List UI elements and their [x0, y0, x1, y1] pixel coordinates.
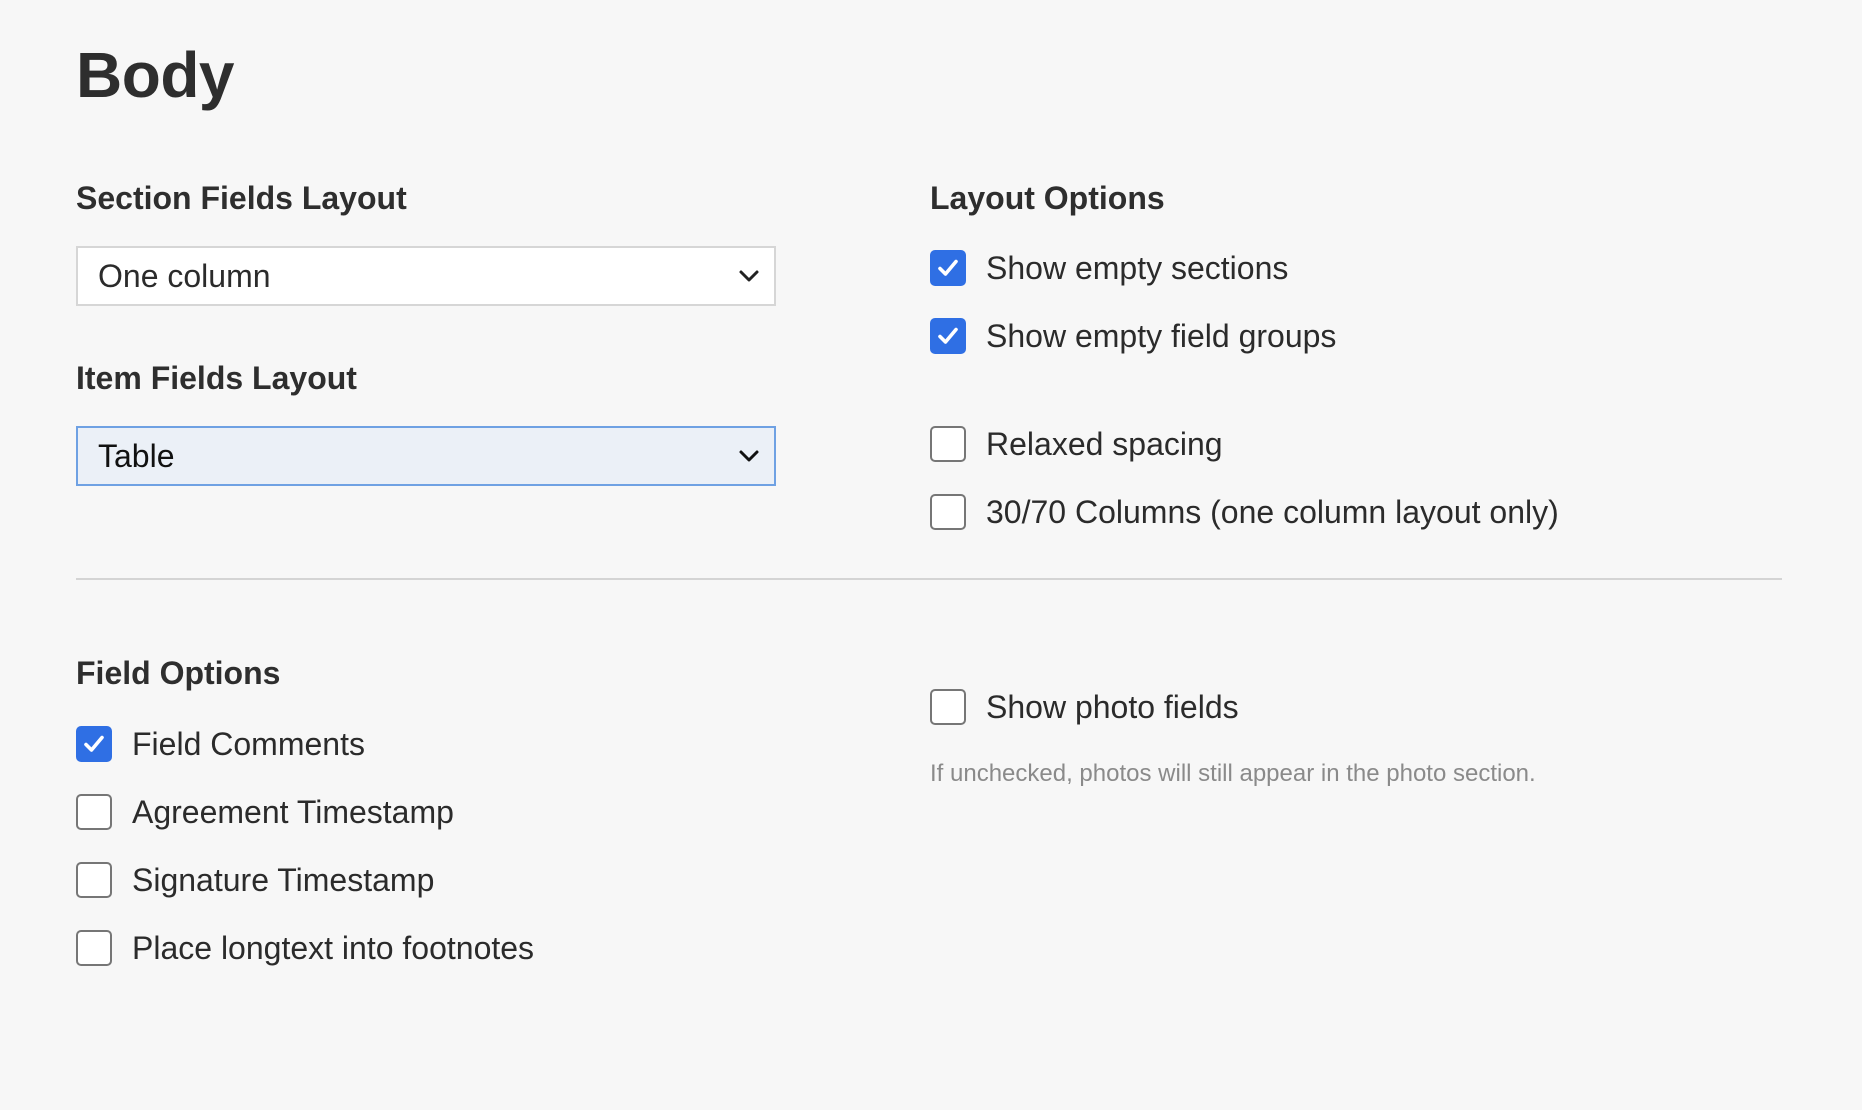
- relaxed-spacing-label: Relaxed spacing: [986, 425, 1223, 462]
- show-empty-sections-label: Show empty sections: [986, 249, 1289, 286]
- option-longtext-footnotes[interactable]: Place longtext into footnotes: [76, 928, 534, 968]
- checkmark-icon: [938, 327, 958, 344]
- option-show-photo-fields[interactable]: Show photo fields: [930, 687, 1239, 727]
- option-relaxed-spacing[interactable]: Relaxed spacing: [930, 424, 1223, 464]
- show-empty-field-groups-checkbox[interactable]: [930, 318, 966, 354]
- page-title: Body: [76, 39, 235, 111]
- show-empty-field-groups-label: Show empty field groups: [986, 317, 1337, 354]
- option-show-empty-field-groups[interactable]: Show empty field groups: [930, 316, 1336, 356]
- option-show-empty-sections[interactable]: Show empty sections: [930, 248, 1288, 288]
- item-fields-layout-label: Item Fields Layout: [76, 360, 357, 396]
- 30-70-columns-checkbox[interactable]: [930, 494, 966, 530]
- show-photo-fields-checkbox[interactable]: [930, 689, 966, 725]
- relaxed-spacing-checkbox[interactable]: [930, 426, 966, 462]
- section-divider: [76, 578, 1782, 580]
- signature-timestamp-checkbox[interactable]: [76, 862, 112, 898]
- show-photo-fields-label: Show photo fields: [986, 688, 1239, 725]
- chevron-down-icon: [739, 270, 759, 282]
- checkmark-icon: [84, 735, 104, 752]
- field-comments-label: Field Comments: [132, 725, 365, 762]
- agreement-timestamp-checkbox[interactable]: [76, 794, 112, 830]
- option-agreement-timestamp[interactable]: Agreement Timestamp: [76, 792, 454, 832]
- section-fields-layout-label: Section Fields Layout: [76, 180, 407, 216]
- checkmark-icon: [938, 259, 958, 276]
- layout-options-label: Layout Options: [930, 180, 1165, 216]
- agreement-timestamp-label: Agreement Timestamp: [132, 793, 454, 830]
- longtext-footnotes-checkbox[interactable]: [76, 930, 112, 966]
- photo-fields-hint: If unchecked, photos will still appear i…: [930, 760, 1536, 787]
- section-fields-layout-select[interactable]: One column: [76, 246, 776, 306]
- option-30-70-columns[interactable]: 30/70 Columns (one column layout only): [930, 492, 1559, 532]
- signature-timestamp-label: Signature Timestamp: [132, 861, 435, 898]
- field-comments-checkbox[interactable]: [76, 726, 112, 762]
- 30-70-columns-label: 30/70 Columns (one column layout only): [986, 493, 1559, 530]
- chevron-down-icon: [739, 450, 759, 462]
- field-options-label: Field Options: [76, 655, 281, 691]
- section-fields-layout-value: One column: [98, 257, 271, 294]
- item-fields-layout-value: Table: [98, 437, 175, 474]
- option-signature-timestamp[interactable]: Signature Timestamp: [76, 860, 434, 900]
- show-empty-sections-checkbox[interactable]: [930, 250, 966, 286]
- item-fields-layout-select[interactable]: Table: [76, 426, 776, 486]
- option-field-comments[interactable]: Field Comments: [76, 724, 365, 764]
- longtext-footnotes-label: Place longtext into footnotes: [132, 929, 535, 966]
